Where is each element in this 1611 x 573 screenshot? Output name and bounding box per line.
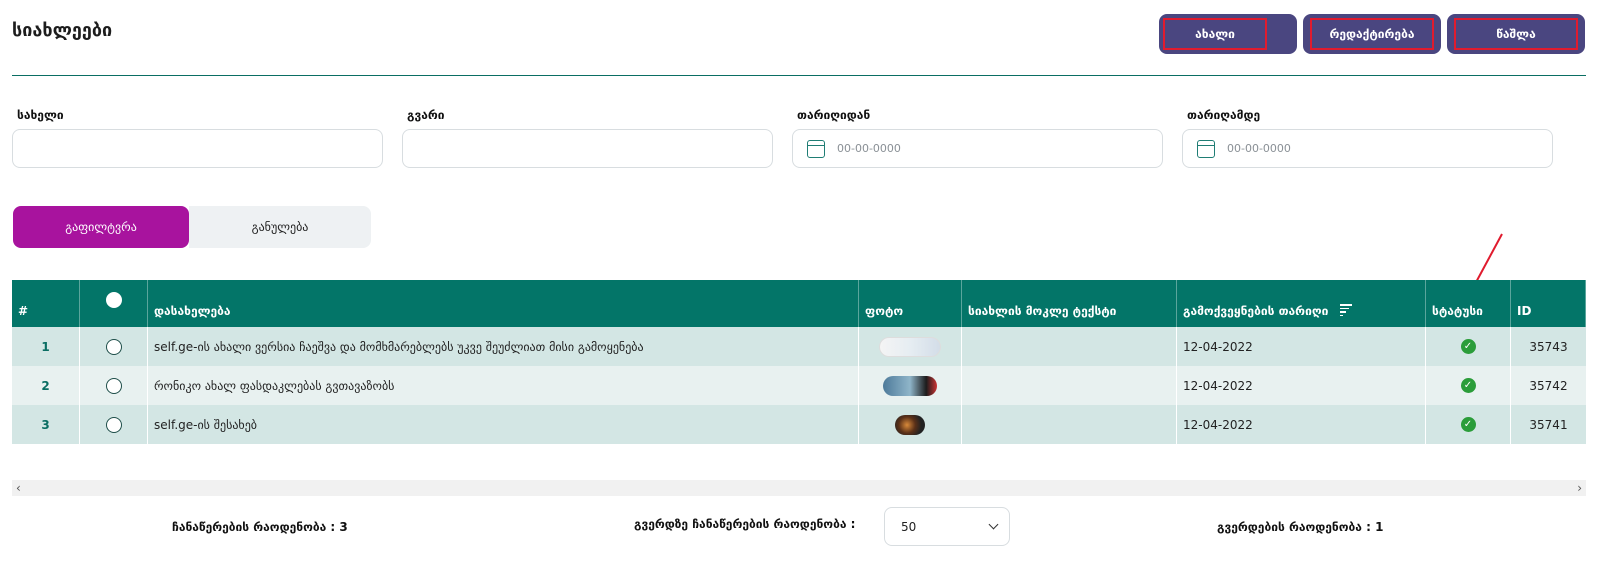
per-page-label: გვერდზე ჩანაწერების რაოდენობა : bbox=[634, 517, 856, 531]
delete-button[interactable]: წაშლა bbox=[1447, 14, 1585, 54]
pages-count: გვერდების რაოდენობა : 1 bbox=[1217, 520, 1384, 534]
column-header-num: # bbox=[12, 280, 80, 327]
column-header-status: სტატუსი bbox=[1426, 280, 1511, 327]
row-status: ✓ bbox=[1426, 405, 1511, 444]
row-status: ✓ bbox=[1426, 366, 1511, 405]
horizontal-scrollbar[interactable]: ‹ › bbox=[12, 480, 1586, 496]
row-short-text bbox=[962, 327, 1177, 366]
check-circle-icon: ✓ bbox=[1460, 378, 1476, 393]
column-header-date-label: გამოქვეყნების თარიღი bbox=[1183, 304, 1329, 318]
scroll-left-icon[interactable]: ‹ bbox=[16, 481, 21, 495]
filter-date-to-label: თარიღამდე bbox=[1187, 108, 1261, 122]
name-input[interactable] bbox=[12, 129, 383, 168]
per-page-value: 50 bbox=[901, 519, 917, 534]
row-photo bbox=[859, 405, 962, 444]
column-header-id: ID bbox=[1511, 280, 1586, 327]
news-thumbnail bbox=[883, 375, 937, 396]
top-actions: ახალი რედაქტირება წაშლა bbox=[1159, 14, 1585, 54]
delete-button-label: წაშლა bbox=[1454, 18, 1578, 50]
row-id: 35743 bbox=[1529, 339, 1568, 354]
select-all-checkbox[interactable] bbox=[80, 280, 148, 327]
surname-input[interactable] bbox=[402, 129, 773, 168]
column-header-short-text: სიახლის მოკლე ტექსტი bbox=[962, 280, 1177, 327]
filter-surname-label: გვარი bbox=[407, 108, 445, 122]
row-photo bbox=[859, 327, 962, 366]
radio-icon bbox=[105, 377, 122, 394]
row-number: 2 bbox=[12, 366, 80, 405]
date-from-placeholder: 00-00-0000 bbox=[837, 142, 901, 155]
row-select-radio[interactable] bbox=[80, 366, 148, 405]
edit-button[interactable]: რედაქტირება bbox=[1303, 14, 1441, 54]
filter-date-from: თარიღიდან 00-00-0000 bbox=[792, 108, 1163, 168]
filter-button[interactable]: გაფილტვრა bbox=[13, 206, 189, 248]
table-row[interactable]: 2 რონიკო ახალ ფასდაკლებას გვთავაზობს 12-… bbox=[12, 366, 1586, 405]
page-title: სიახლეები bbox=[12, 20, 113, 41]
row-short-text bbox=[962, 405, 1177, 444]
table-row[interactable]: 3 self.ge-ის შესახებ 12-04-2022 ✓ 35741 bbox=[12, 405, 1586, 444]
filter-tabs: გაფილტვრა განულება bbox=[13, 206, 371, 248]
row-number: 3 bbox=[12, 405, 80, 444]
news-thumbnail bbox=[895, 414, 925, 435]
new-button-label: ახალი bbox=[1163, 18, 1267, 50]
date-to-placeholder: 00-00-0000 bbox=[1227, 142, 1291, 155]
filter-surname: გვარი bbox=[402, 108, 773, 168]
row-number: 1 bbox=[12, 327, 80, 366]
calendar-icon[interactable] bbox=[1197, 139, 1215, 158]
row-date: 12-04-2022 bbox=[1177, 327, 1426, 366]
news-thumbnail bbox=[879, 336, 941, 357]
edit-button-label: რედაქტირება bbox=[1310, 18, 1434, 50]
radio-icon bbox=[105, 338, 122, 355]
row-select-radio[interactable] bbox=[80, 327, 148, 366]
reset-button[interactable]: განულება bbox=[189, 206, 371, 248]
date-from-input[interactable]: 00-00-0000 bbox=[792, 129, 1163, 168]
sort-icon[interactable] bbox=[1340, 304, 1353, 316]
filter-date-from-label: თარიღიდან bbox=[797, 108, 871, 122]
calendar-icon[interactable] bbox=[807, 139, 825, 158]
filter-name: სახელი bbox=[12, 108, 383, 168]
radio-icon bbox=[105, 291, 122, 308]
filter-name-label: სახელი bbox=[17, 108, 64, 122]
check-circle-icon: ✓ bbox=[1460, 417, 1476, 432]
row-title: self.ge-ის შესახებ bbox=[148, 405, 859, 444]
row-id: 35741 bbox=[1529, 417, 1568, 432]
new-button[interactable]: ახალი bbox=[1159, 14, 1297, 54]
scroll-right-icon[interactable]: › bbox=[1577, 481, 1582, 495]
chevron-down-icon bbox=[988, 519, 999, 530]
column-header-photo: ფოტო bbox=[859, 280, 962, 327]
header-divider bbox=[12, 75, 1586, 76]
row-title: self.ge-ის ახალი ვერსია ჩაეშვა და მომხმა… bbox=[148, 327, 859, 366]
check-circle-icon: ✓ bbox=[1460, 339, 1476, 354]
row-title: რონიკო ახალ ფასდაკლებას გვთავაზობს bbox=[148, 366, 859, 405]
row-id: 35742 bbox=[1529, 378, 1568, 393]
table-header: # დასახელება ფოტო სიახლის მოკლე ტექსტი გ… bbox=[12, 280, 1586, 327]
row-status: ✓ bbox=[1426, 327, 1511, 366]
row-photo bbox=[859, 366, 962, 405]
row-short-text bbox=[962, 366, 1177, 405]
per-page-select[interactable]: 50 bbox=[884, 507, 1010, 546]
row-date: 12-04-2022 bbox=[1177, 405, 1426, 444]
row-date: 12-04-2022 bbox=[1177, 366, 1426, 405]
column-header-date[interactable]: გამოქვეყნების თარიღი bbox=[1177, 280, 1426, 327]
filter-date-to: თარიღამდე 00-00-0000 bbox=[1182, 108, 1553, 168]
table-row[interactable]: 1 self.ge-ის ახალი ვერსია ჩაეშვა და მომხ… bbox=[12, 327, 1586, 366]
radio-icon bbox=[105, 416, 122, 433]
records-count: ჩანაწერების რაოდენობა : 3 bbox=[172, 520, 348, 534]
column-header-title[interactable]: დასახელება bbox=[148, 280, 859, 327]
row-select-radio[interactable] bbox=[80, 405, 148, 444]
date-to-input[interactable]: 00-00-0000 bbox=[1182, 129, 1553, 168]
news-table: # დასახელება ფოტო სიახლის მოკლე ტექსტი გ… bbox=[12, 280, 1586, 444]
